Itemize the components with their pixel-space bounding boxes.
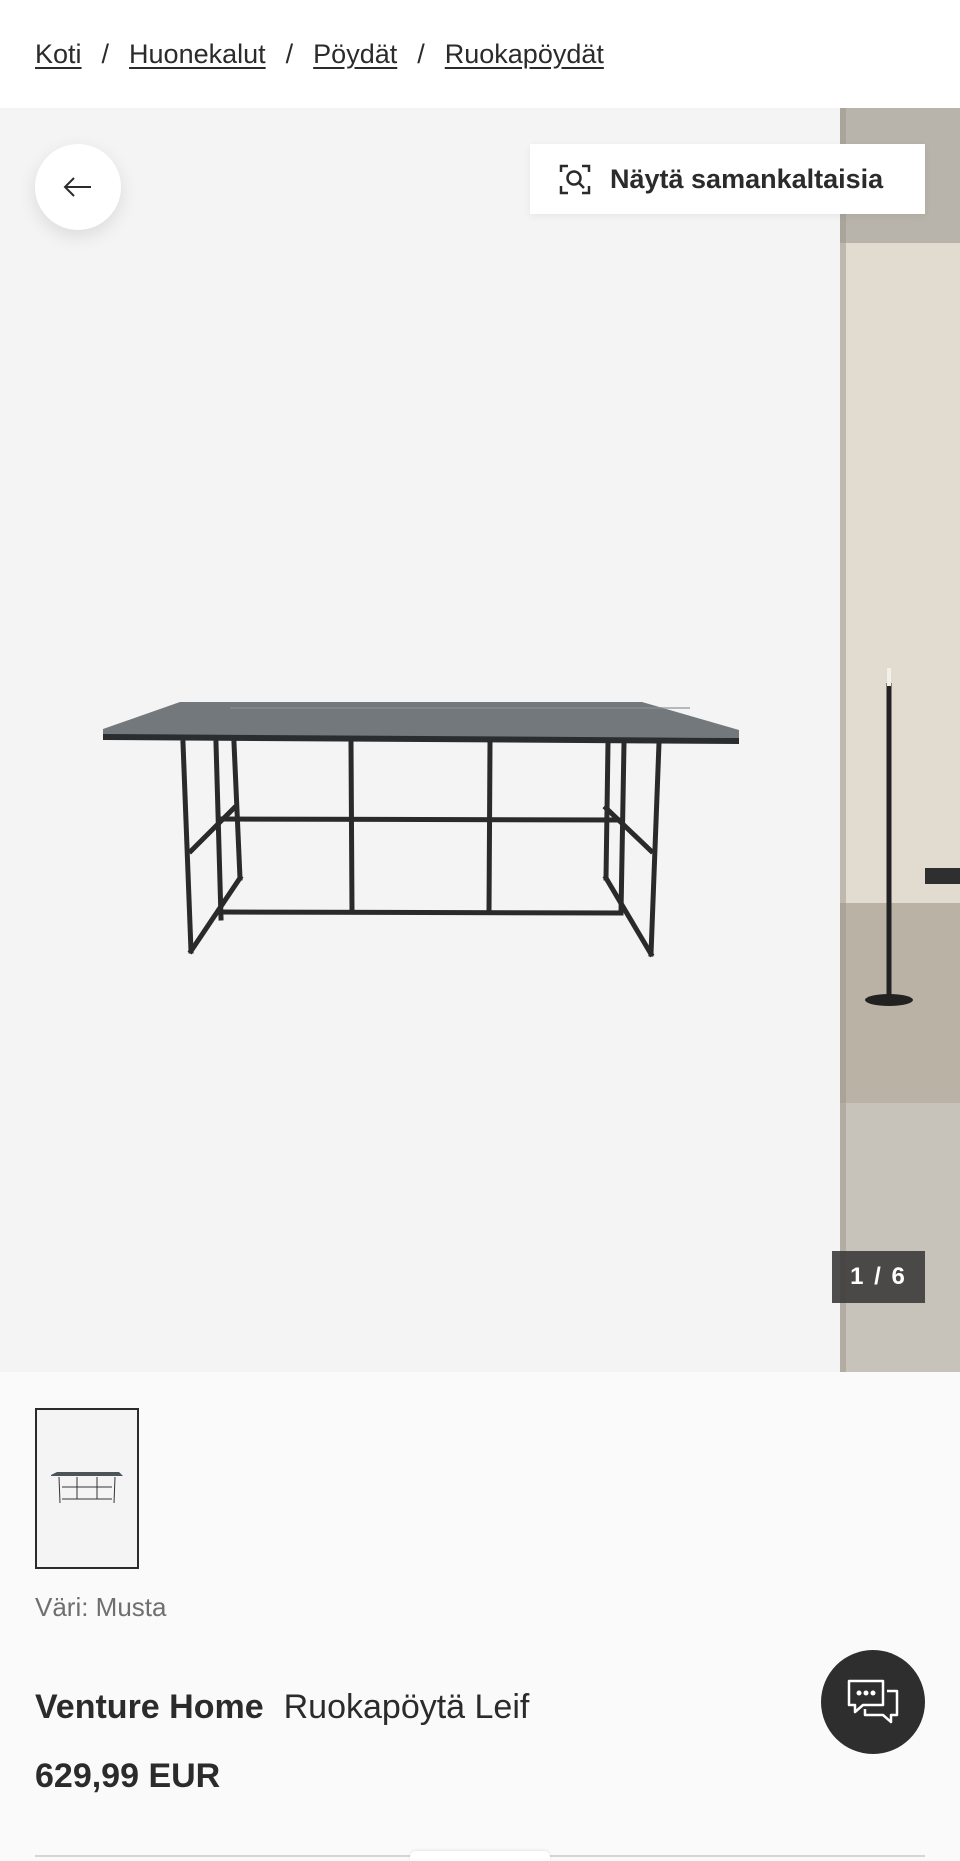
breadcrumb-separator: / <box>285 38 294 69</box>
product-title: Venture Home Ruokapöytä Leif <box>35 1688 529 1727</box>
arrow-left-icon <box>63 177 91 197</box>
image-counter: 1 / 6 <box>832 1251 925 1303</box>
breadcrumb-link-ruokapoydat[interactable]: Ruokapöydät <box>445 39 604 70</box>
product-price: 629,99 EUR <box>35 1757 221 1795</box>
room-scene-image <box>840 108 960 1372</box>
product-image-next[interactable] <box>840 108 960 1372</box>
chat-button[interactable] <box>821 1650 925 1754</box>
visual-search-icon <box>559 164 591 195</box>
product-name: Ruokapöytä Leif <box>283 1688 530 1726</box>
chat-bubbles-icon <box>847 1679 899 1724</box>
breadcrumb-separator: / <box>417 38 425 69</box>
image-gallery[interactable]: Näytä samankaltaisia 1 / 6 <box>0 108 960 1372</box>
thumbnail-1[interactable] <box>35 1408 139 1569</box>
product-brand[interactable]: Venture Home <box>35 1688 264 1727</box>
show-similar-button[interactable]: Näytä samankaltaisia <box>530 144 925 214</box>
table-thumbnail-image <box>51 1471 123 1503</box>
show-similar-label: Näytä samankaltaisia <box>610 163 884 194</box>
product-image-main[interactable] <box>0 108 840 1372</box>
breadcrumb-separator: / <box>101 38 110 69</box>
breadcrumb: Koti / Huonekalut / Pöydät / Ruokapöydät <box>35 0 960 109</box>
breadcrumb-link-koti[interactable]: Koti <box>35 39 82 70</box>
table-product-image <box>103 702 739 958</box>
breadcrumb-link-huonekalut[interactable]: Huonekalut <box>129 39 266 70</box>
color-label: Väri: Musta <box>35 1592 167 1622</box>
back-button[interactable] <box>35 144 121 230</box>
sheet-handle <box>410 1851 550 1861</box>
breadcrumb-link-poydat[interactable]: Pöydät <box>313 39 397 70</box>
